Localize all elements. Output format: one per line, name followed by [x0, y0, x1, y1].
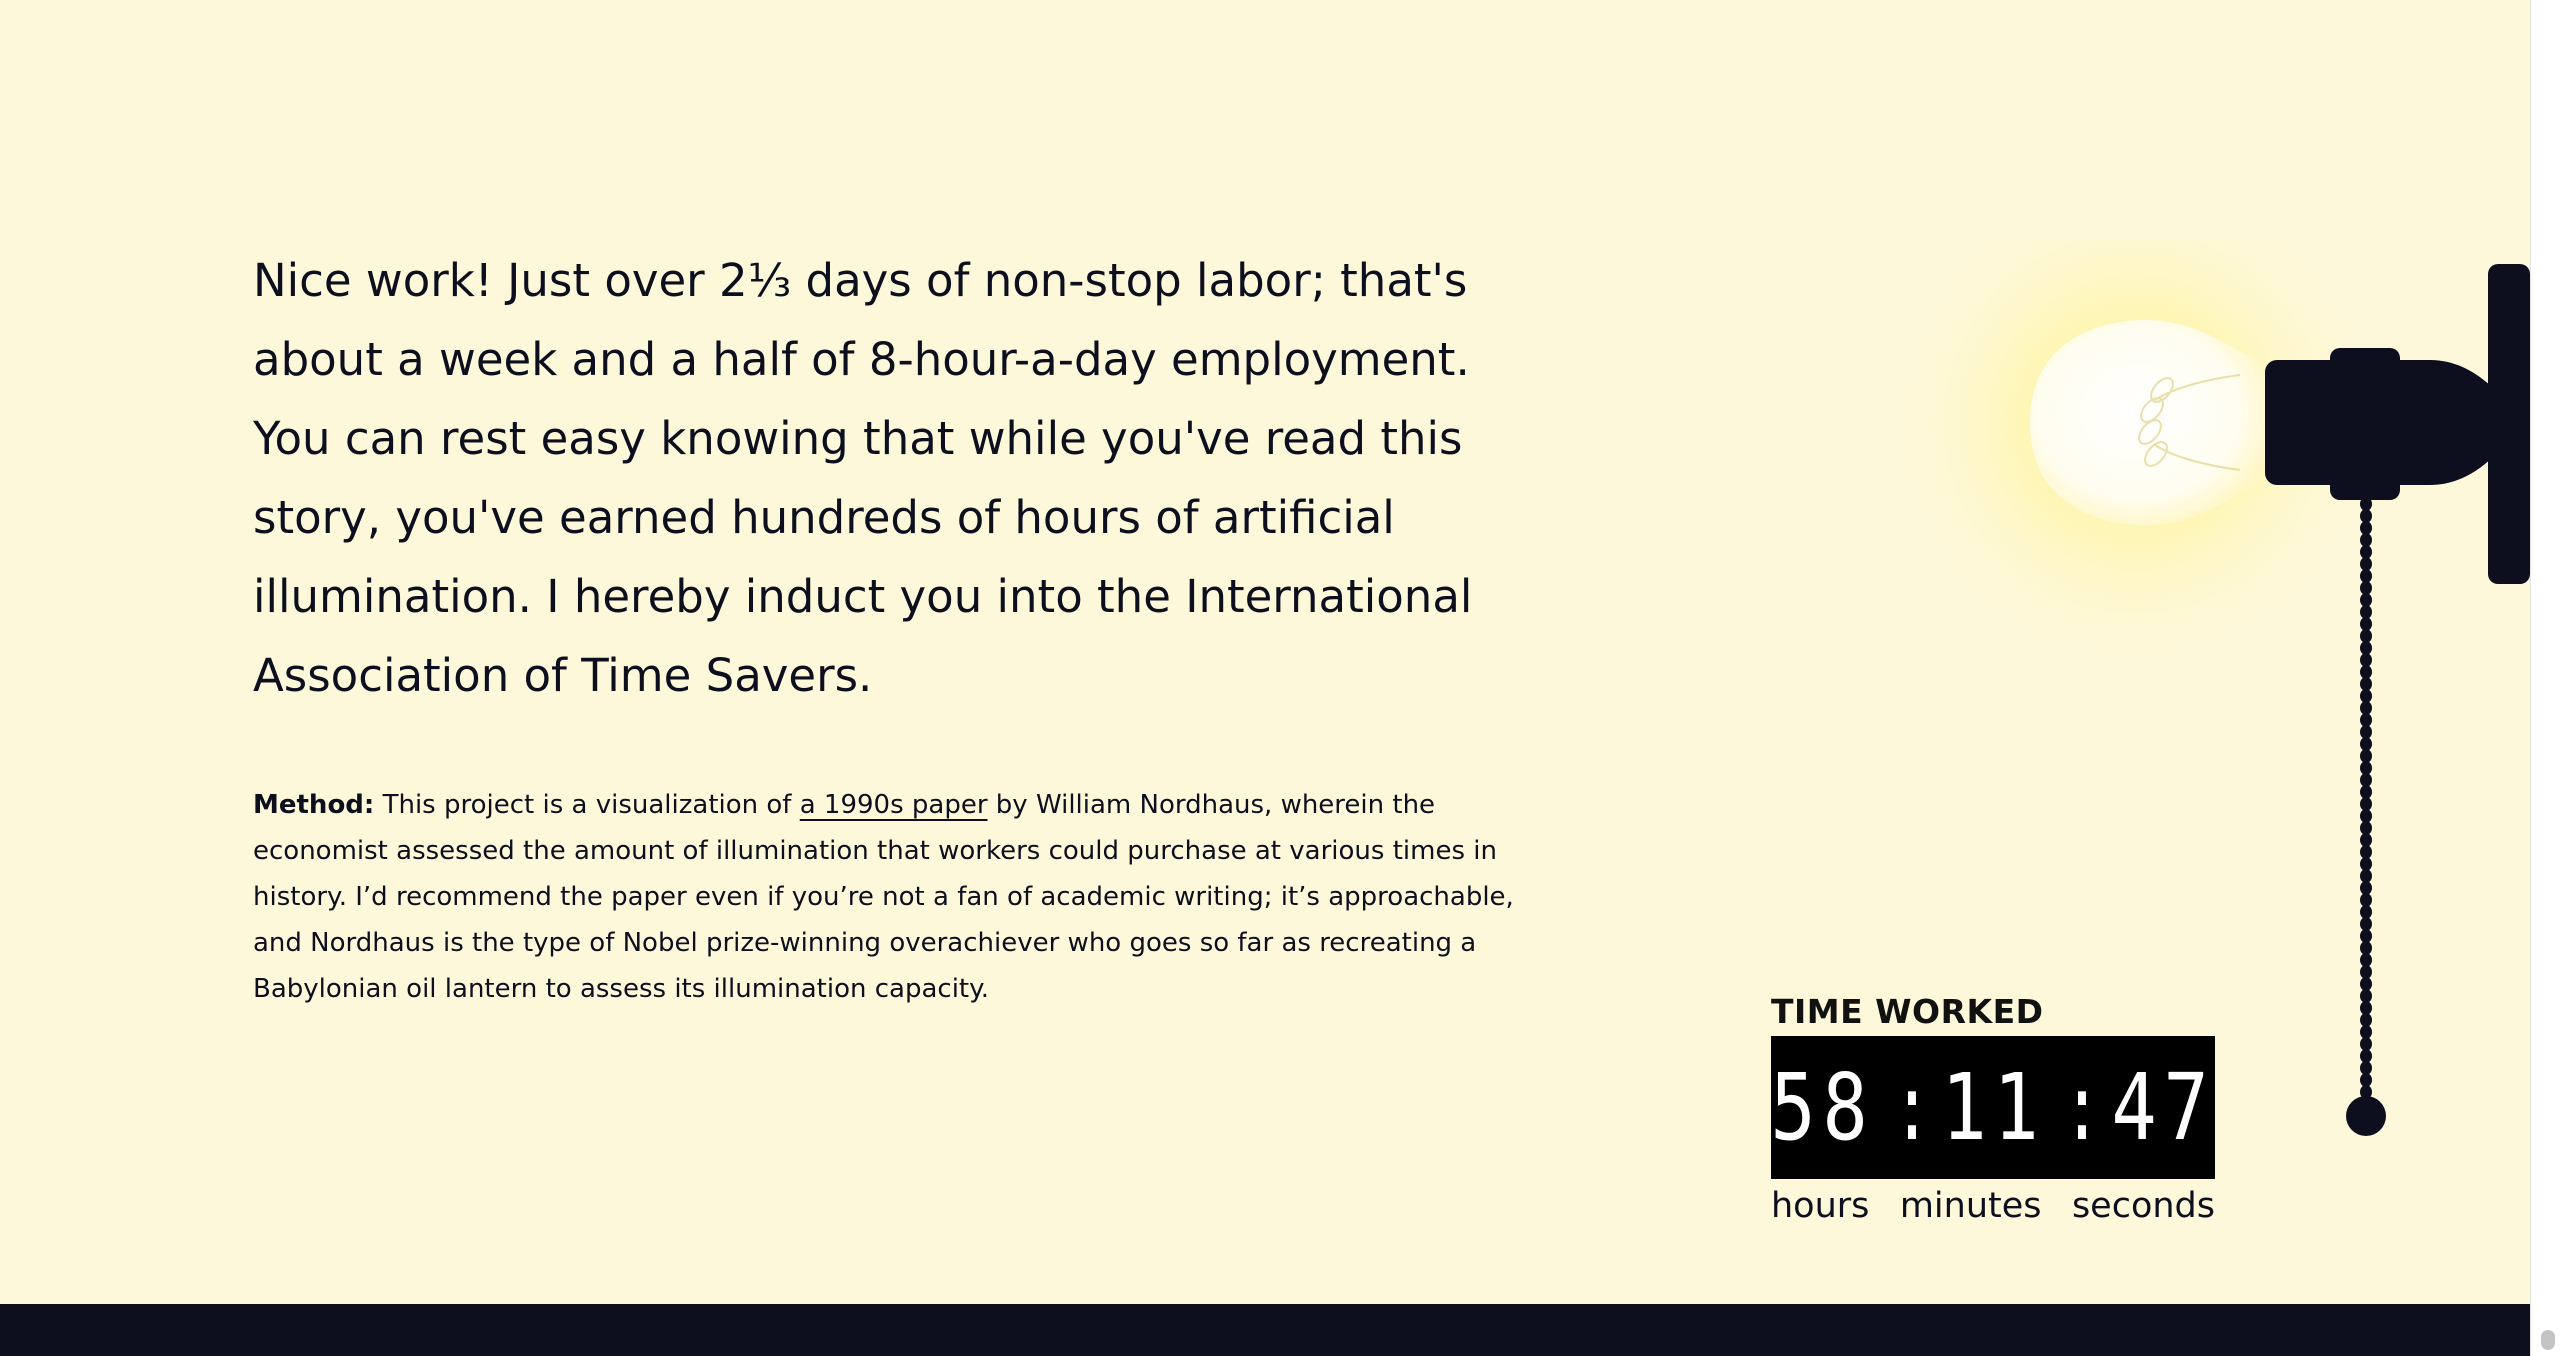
- chain-bead: [2360, 701, 2372, 715]
- chain-bead: [2360, 617, 2372, 631]
- chain-bead: [2360, 665, 2372, 679]
- minutes-value: 11: [1941, 1054, 2045, 1161]
- chain-bead: [2360, 689, 2372, 703]
- time-worked-panel: TIME WORKED 58 : 11 : 47 hours minutes s…: [1770, 990, 2216, 1231]
- chain-bead: [2360, 509, 2372, 523]
- chain-bead: [2360, 1001, 2372, 1015]
- clock-separator: :: [1892, 1054, 1937, 1161]
- chain-bead: [2360, 629, 2372, 643]
- method-text-before-link: This project is a visualization of: [382, 790, 792, 820]
- page: Nice work! Just over 2⅓ days of non-stop…: [0, 0, 2560, 1356]
- time-worked-clock: 58 : 11 : 47: [1770, 1036, 2216, 1179]
- seconds-label: seconds: [2071, 1186, 2215, 1226]
- method-paragraph: Method: This project is a visualization …: [253, 782, 1543, 1012]
- chain-bead: [2360, 677, 2372, 691]
- minutes-label: minutes: [1899, 1186, 2042, 1226]
- chain-bead: [2360, 869, 2372, 883]
- chain-bead: [2360, 833, 2372, 847]
- chain-bead: [2360, 1049, 2372, 1063]
- vertical-scrollbar[interactable]: [2530, 0, 2560, 1356]
- chain-bead: [2360, 845, 2372, 859]
- chain-bead: [2360, 653, 2372, 667]
- chain-bead: [2360, 1013, 2372, 1027]
- pull-chain-icon[interactable]: [2346, 498, 2386, 1144]
- paper-link[interactable]: a 1990s paper: [800, 790, 988, 820]
- chain-bead: [2360, 593, 2372, 607]
- chain-bead: [2360, 749, 2372, 763]
- chain-bead: [2360, 725, 2372, 739]
- chain-bead: [2360, 965, 2372, 979]
- hours-value: 58: [1770, 1054, 1875, 1161]
- chain-bead: [2360, 581, 2372, 595]
- chain-bead: [2360, 797, 2372, 811]
- chain-bead: [2360, 881, 2372, 895]
- time-worked-title: TIME WORKED: [1771, 992, 2044, 1031]
- chain-bead: [2360, 761, 2372, 775]
- scrollbar-thumb[interactable]: [2541, 1330, 2555, 1350]
- chain-bead: [2360, 605, 2372, 619]
- chain-bead: [2360, 785, 2372, 799]
- chain-bead: [2360, 737, 2372, 751]
- chain-bead: [2360, 773, 2372, 787]
- chain-bead: [2360, 905, 2372, 919]
- time-units: hours minutes seconds: [1771, 1181, 2215, 1231]
- chain-bead: [2360, 1061, 2372, 1075]
- method-text-after-link: by William Nordhaus, wherein the economi…: [253, 790, 1514, 1004]
- chain-bead: [2360, 857, 2372, 871]
- chain-bead: [2360, 809, 2372, 823]
- footer-bar: [0, 1304, 2530, 1356]
- chain-bead: [2360, 917, 2372, 931]
- chain-bead: [2360, 557, 2372, 571]
- chain-bead: [2360, 953, 2372, 967]
- chain-bead: [2360, 569, 2372, 583]
- seconds-value: 47: [2111, 1054, 2216, 1161]
- chain-bead: [2360, 1073, 2372, 1087]
- chain-bead: [2360, 929, 2372, 943]
- chain-bead: [2360, 977, 2372, 991]
- chain-bead: [2360, 941, 2372, 955]
- chain-bead: [2360, 821, 2372, 835]
- chain-bead: [2360, 989, 2372, 1003]
- chain-bead: [2360, 893, 2372, 907]
- closing-message: Nice work! Just over 2⅓ days of non-stop…: [253, 254, 1473, 702]
- method-label: Method:: [253, 790, 375, 820]
- chain-bead: [2360, 713, 2372, 727]
- chain-bead: [2360, 521, 2372, 535]
- chain-bead: [2360, 641, 2372, 655]
- chain-bead: [2360, 533, 2372, 547]
- chain-bead: [2360, 545, 2372, 559]
- chain-bead: [2360, 1037, 2372, 1051]
- clock-separator: :: [2062, 1054, 2108, 1161]
- chain-bead: [2360, 1025, 2372, 1039]
- hours-label: hours: [1771, 1186, 1870, 1226]
